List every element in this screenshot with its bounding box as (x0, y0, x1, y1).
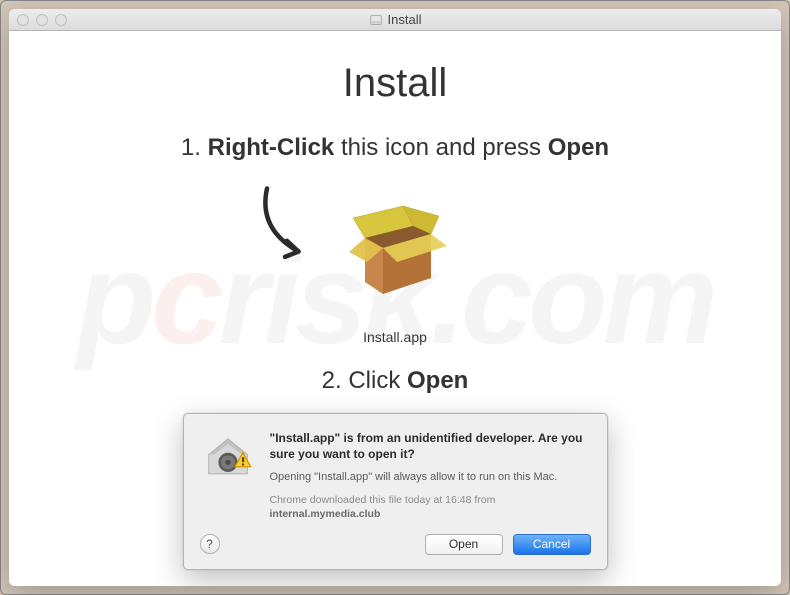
step-1-instruction: 1. Right-Click this icon and press Open (49, 134, 741, 162)
dialog-download-info: Chrome downloaded this file today at 16:… (270, 493, 591, 521)
close-window-button[interactable] (17, 14, 29, 26)
window-title-text: Install (388, 12, 422, 27)
dialog-subtext: Opening "Install.app" will always allow … (270, 470, 591, 485)
help-icon: ? (206, 537, 213, 551)
installer-window: Install pcrisk.com Install 1. Right-Clic… (9, 9, 781, 586)
page-title: Install (49, 61, 741, 106)
open-button[interactable]: Open (425, 534, 503, 555)
app-filename-label: Install.app (49, 329, 741, 345)
window-controls (17, 14, 67, 26)
help-button[interactable]: ? (200, 534, 220, 554)
window-titlebar: Install (9, 9, 781, 31)
desktop-background: Install pcrisk.com Install 1. Right-Clic… (0, 0, 790, 595)
curved-arrow-icon (249, 177, 339, 272)
zoom-window-button[interactable] (55, 14, 67, 26)
window-content: Install 1. Right-Click this icon and pre… (9, 31, 781, 586)
gatekeeper-dialog: "Install.app" is from an unidentified de… (183, 413, 608, 570)
disk-icon (369, 13, 383, 27)
install-app-icon[interactable] (335, 190, 455, 310)
minimize-window-button[interactable] (36, 14, 48, 26)
gatekeeper-warning-icon (200, 430, 256, 486)
window-title: Install (369, 12, 422, 27)
cancel-button[interactable]: Cancel (513, 534, 591, 555)
dialog-heading: "Install.app" is from an unidentified de… (270, 430, 591, 462)
step-2-instruction: 2. Click Open (49, 367, 741, 395)
app-icon-area (49, 172, 741, 327)
